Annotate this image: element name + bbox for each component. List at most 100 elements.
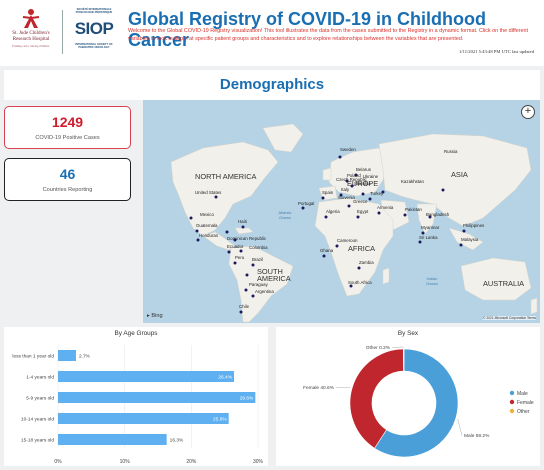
country-label: Dominican Republic: [227, 236, 267, 241]
uk-landmass: [322, 167, 332, 181]
logo1-line1: St. Jude Children's: [12, 31, 50, 36]
country-marker[interactable]: [462, 229, 466, 233]
age-bar[interactable]: [58, 434, 167, 445]
country-marker[interactable]: [361, 192, 365, 196]
label-australia: AUSTRALIA: [483, 279, 525, 288]
country-marker[interactable]: [403, 213, 407, 217]
age-xtick-label: 20%: [186, 459, 197, 465]
age-category-label: 15-18 years old: [21, 437, 54, 443]
child-figure-icon: [22, 9, 40, 28]
age-bar[interactable]: [58, 392, 256, 403]
country-marker[interactable]: [233, 261, 237, 265]
country-marker[interactable]: [251, 263, 255, 267]
legend-label[interactable]: Female: [517, 400, 534, 406]
legend-label[interactable]: Male: [517, 391, 528, 397]
country-marker[interactable]: [347, 204, 351, 208]
age-xtick-label: 30%: [253, 459, 264, 465]
country-label: Russia: [444, 149, 458, 154]
country-label: Belarus: [356, 167, 371, 172]
country-marker[interactable]: [441, 188, 445, 192]
countries-reporting-label: Countries Reporting: [42, 187, 93, 193]
world-map[interactable]: NORTH AMERICA EUROPE ASIA AFRICA SOUTH A…: [143, 100, 540, 323]
age-xtick-label: 10%: [120, 459, 131, 465]
country-label: Spain: [322, 190, 334, 195]
country-marker[interactable]: [251, 294, 255, 298]
country-label: Brazil: [252, 257, 263, 262]
country-marker[interactable]: [324, 215, 328, 219]
greenland-landmass: [262, 123, 304, 153]
country-marker[interactable]: [245, 273, 249, 277]
sex-chart: Male 59.2% Female 40.6% Other 0.2% Male Fema…: [303, 345, 534, 458]
country-marker[interactable]: [321, 196, 325, 200]
sex-slice[interactable]: [349, 348, 404, 449]
legend-label[interactable]: Other: [517, 409, 530, 415]
sex-slice-label: Female 40.6%: [303, 385, 335, 391]
siop-logo[interactable]: SOCIÉTÉ INTERNATIONALE D'ONCOLOGIE PÉDIA…: [68, 6, 120, 58]
country-label: Armenia: [377, 205, 394, 210]
country-label: Algeria: [326, 209, 340, 214]
country-marker[interactable]: [196, 238, 200, 242]
dashboard: St. Jude Children's Research Hospital Fi…: [0, 0, 544, 470]
positive-cases-label: COVID-19 Positive Cases: [35, 135, 100, 141]
country-label: Egypt: [357, 209, 369, 214]
country-label: Sri Lanka: [419, 235, 438, 240]
country-marker[interactable]: [239, 249, 243, 253]
bing-attribution[interactable]: ▸ Bing: [147, 313, 163, 319]
country-marker[interactable]: [459, 243, 463, 247]
country-label: Chile: [239, 304, 250, 309]
logo1-line2: Research Hospital: [12, 37, 50, 42]
country-marker[interactable]: [368, 197, 372, 201]
positive-cases-card[interactable]: 1249 COVID-19 Positive Cases: [4, 106, 131, 149]
country-marker[interactable]: [377, 211, 381, 215]
label-indian-ocean: Indian Ocean: [426, 276, 438, 286]
age-bar[interactable]: [58, 371, 234, 382]
country-marker[interactable]: [322, 254, 326, 258]
country-marker[interactable]: [338, 155, 342, 159]
europe-landmass: [328, 147, 388, 197]
sex-leader-line: [457, 418, 463, 436]
country-marker[interactable]: [214, 195, 218, 199]
label-asia: ASIA: [451, 170, 468, 179]
country-label: Zambia: [359, 260, 374, 265]
country-label: Pakistan: [405, 207, 422, 212]
country-marker[interactable]: [241, 225, 245, 229]
country-label: Mexico: [200, 212, 214, 217]
country-label: Peru: [235, 255, 245, 260]
legend-swatch: [509, 390, 515, 396]
country-marker[interactable]: [357, 266, 361, 270]
country-marker[interactable]: [189, 216, 193, 220]
country-label: Italy: [341, 187, 350, 192]
country-label: Myanmar: [421, 225, 440, 230]
label-africa: AFRICA: [348, 244, 376, 253]
st-jude-logo[interactable]: St. Jude Children's Research Hospital Fi…: [6, 8, 56, 56]
label-south-america: SOUTH AMERICA: [257, 267, 291, 283]
countries-reporting-card[interactable]: 46 Countries Reporting: [4, 158, 131, 201]
demographics-header: Demographics: [4, 70, 540, 100]
sex-slice[interactable]: [403, 348, 405, 372]
country-marker[interactable]: [244, 288, 248, 292]
country-marker[interactable]: [335, 244, 339, 248]
country-label: Slovakia: [354, 181, 371, 186]
madagascar-landmass: [382, 267, 390, 285]
country-marker[interactable]: [225, 230, 229, 234]
siop-top-text: SOCIÉTÉ INTERNATIONALE D'ONCOLOGIE PÉDIA…: [75, 8, 113, 14]
country-label: Ecuador: [227, 244, 244, 249]
countries-reporting-value: 46: [59, 166, 76, 182]
sex-slice-label: Male 59.2%: [464, 433, 490, 439]
bing-label: Bing: [151, 313, 163, 319]
country-marker[interactable]: [418, 240, 422, 244]
age-groups-chart-panel: By Age Groups 0% 10% 20% 30% less than 1 yea…: [4, 327, 268, 466]
country-marker[interactable]: [356, 215, 360, 219]
country-label: South Africa: [348, 280, 372, 285]
north-america-landmass: [170, 141, 279, 237]
zoom-in-button[interactable]: +: [521, 105, 535, 119]
age-bar[interactable]: [58, 413, 229, 424]
country-marker[interactable]: [227, 250, 231, 254]
age-category-label: 5-9 years old: [26, 395, 54, 401]
country-marker[interactable]: [239, 310, 243, 314]
map-copyright[interactable]: © 2021 Microsoft Corporation Terms: [483, 316, 536, 320]
age-value-label: 2.7%: [79, 353, 91, 359]
age-bar[interactable]: [58, 350, 76, 361]
country-label: Ukraine: [363, 174, 379, 179]
country-marker[interactable]: [301, 206, 305, 210]
